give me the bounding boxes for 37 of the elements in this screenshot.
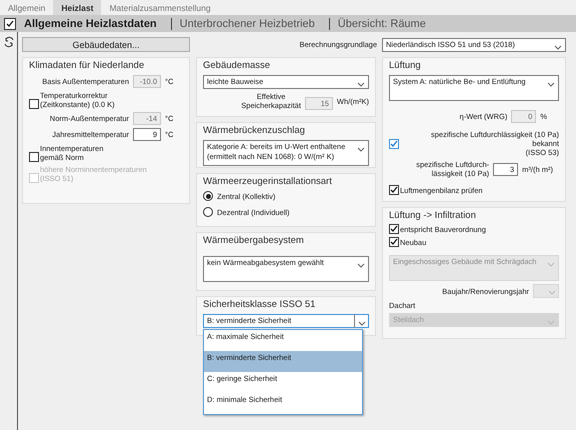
caret-icon [547, 262, 555, 267]
caret-icon [357, 147, 365, 152]
panel-title: Wärmeerzeugerinstallationsart [203, 176, 333, 187]
panel-title: Wärmeübergabesystem [203, 235, 305, 246]
caret-icon [554, 44, 562, 50]
panel-title: Klimadaten für Niederlande [29, 60, 146, 71]
radio-button[interactable] [203, 207, 213, 217]
caret-icon [357, 263, 365, 268]
section-tab[interactable]: Allgemeine Heizlastdaten [24, 18, 165, 30]
caret-icon [358, 321, 366, 326]
section-tab[interactable]: Übersicht: Räume [328, 18, 434, 30]
building-data-button[interactable]: Gebäudedaten... [22, 37, 190, 52]
panel-title: Wärmebrückenzuschlag [203, 125, 306, 136]
checkbox[interactable] [389, 185, 399, 195]
checkbox[interactable] [389, 138, 399, 148]
caret-icon [357, 82, 365, 87]
checkmark-icon [390, 186, 398, 194]
tab[interactable]: Materialzusammenstellung [101, 0, 219, 15]
refresh-icon[interactable] [4, 36, 14, 48]
caret-icon [548, 290, 556, 295]
caret-icon [547, 82, 555, 87]
panel-title: Lüftung -> Infiltration [389, 210, 477, 221]
panel-title: Lüftung [389, 60, 422, 71]
checkbox[interactable] [29, 99, 39, 109]
caret-icon [547, 320, 555, 325]
tab[interactable]: Heizlast [53, 0, 102, 15]
checkbox[interactable] [29, 152, 39, 162]
checkbox[interactable] [389, 237, 399, 247]
checkbox[interactable] [4, 18, 16, 30]
panel-title: Gebäudemasse [203, 60, 272, 71]
section-tab[interactable]: Unterbrochener Heizbetrieb [170, 18, 323, 30]
panel-title: Sicherheitsklasse ISSO 51 [203, 299, 316, 310]
tab[interactable]: Allgemein [0, 0, 54, 15]
radio-button[interactable] [203, 191, 213, 201]
checkbox[interactable] [389, 224, 399, 234]
checkmark-icon [6, 20, 14, 28]
checkmark-icon [390, 140, 398, 148]
